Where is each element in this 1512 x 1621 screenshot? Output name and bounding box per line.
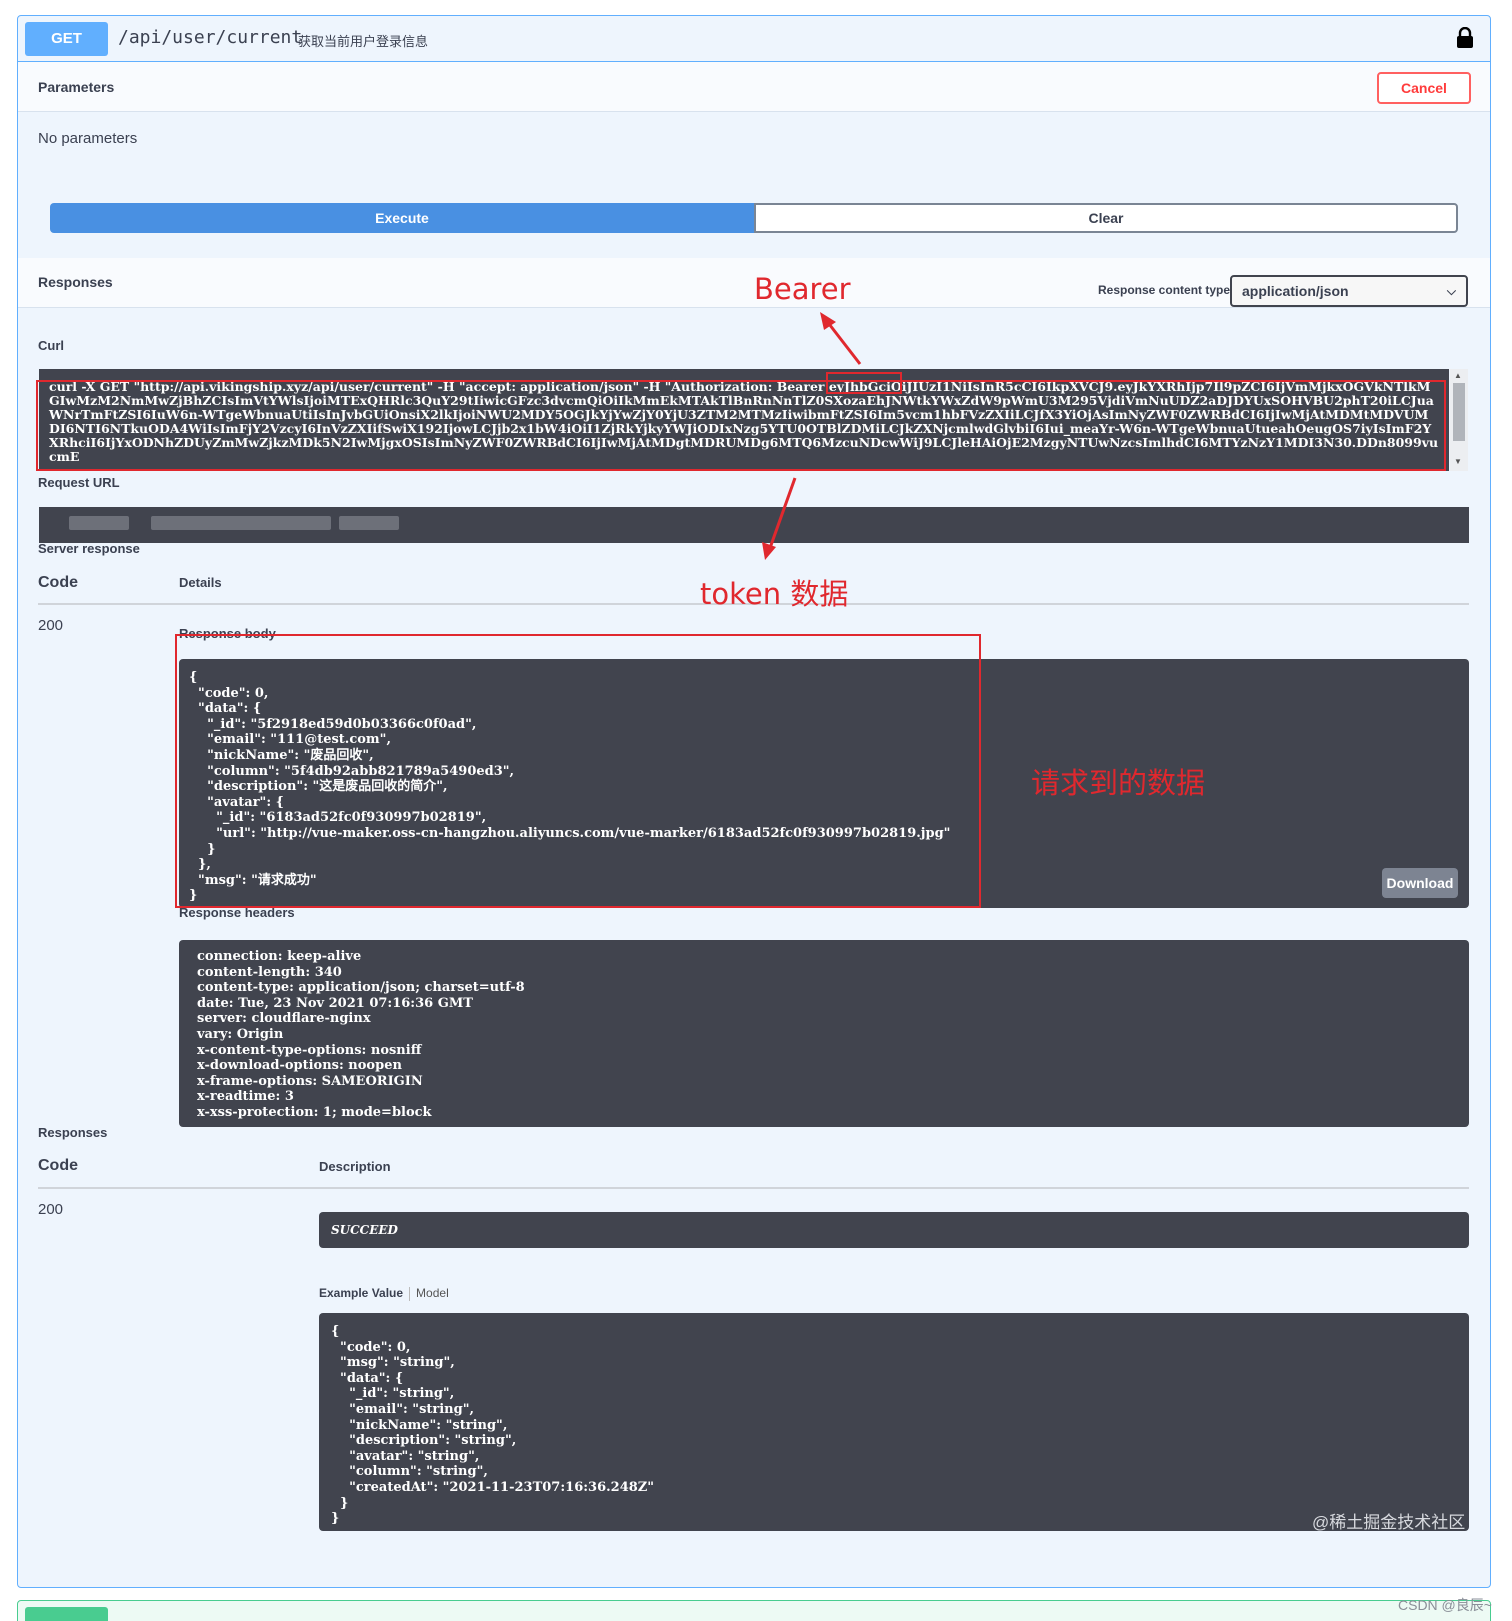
annotation-arrows: [762, 312, 862, 560]
token-arrowhead: [762, 542, 776, 560]
bearer-arrowhead: [820, 312, 836, 330]
juejin-watermark: @稀土掘金技术社区: [1312, 1513, 1466, 1532]
token-arrow: [768, 477, 797, 549]
csdn-watermark: CSDN @良辰~: [1398, 1597, 1492, 1613]
bearer-arrow: [824, 319, 862, 365]
